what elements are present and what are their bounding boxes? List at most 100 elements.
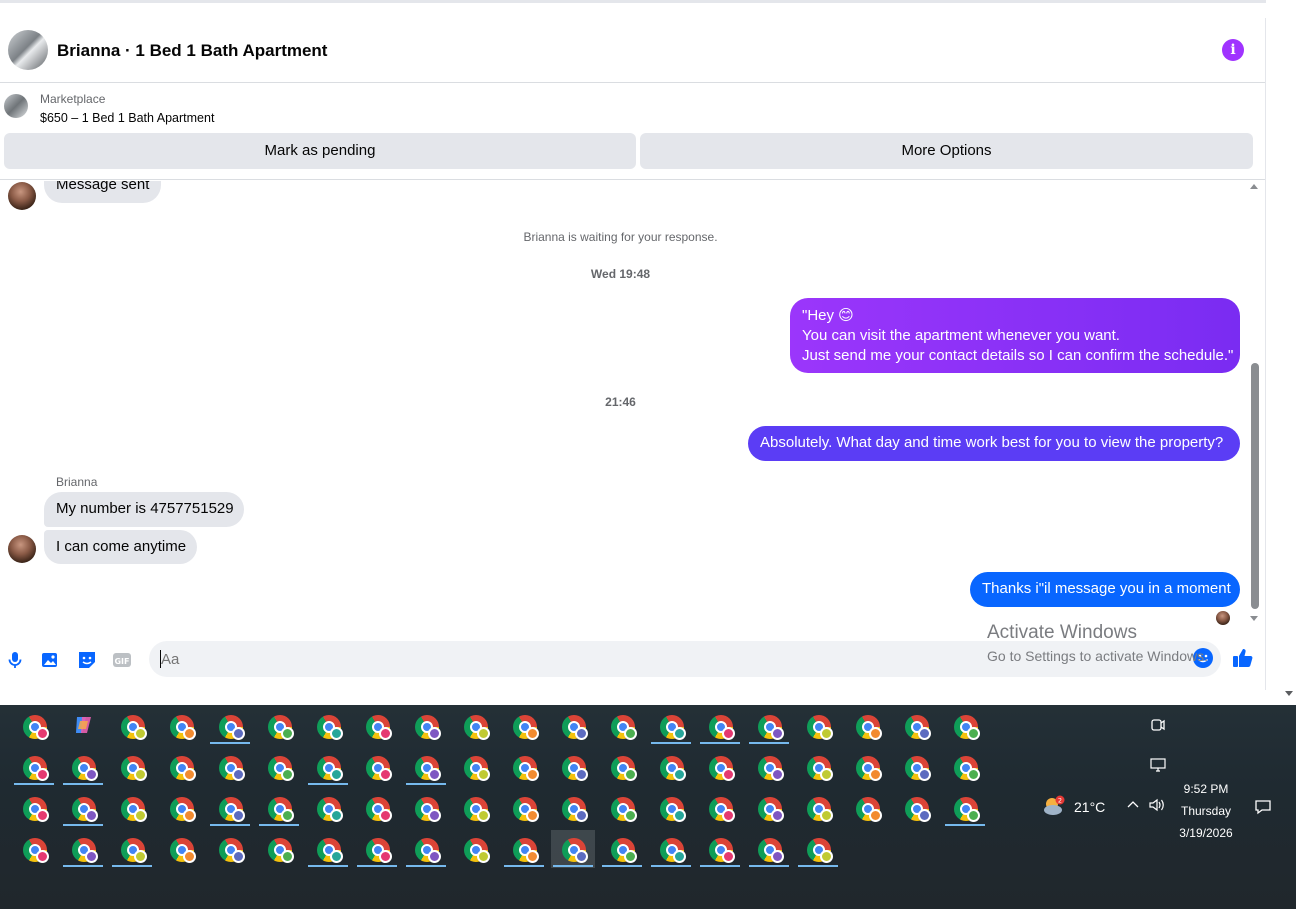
chrome-profile-icon[interactable] xyxy=(551,789,595,827)
outgoing-message[interactable]: "Hey 😊 You can visit the apartment whene… xyxy=(790,298,1240,373)
chrome-profile-icon[interactable] xyxy=(208,707,252,745)
chrome-profile-icon[interactable] xyxy=(110,789,154,827)
copilot-icon[interactable] xyxy=(72,713,96,737)
chrome-profile-icon[interactable] xyxy=(404,830,448,868)
chrome-profile-icon[interactable] xyxy=(551,707,595,745)
chrome-profile-icon[interactable] xyxy=(208,830,252,868)
chrome-profile-icon[interactable] xyxy=(404,748,448,786)
page-scroll-down-arrow[interactable] xyxy=(1285,691,1293,696)
incoming-message[interactable]: My number is 4757751529 xyxy=(44,492,244,527)
chevron-up-icon[interactable] xyxy=(1127,799,1139,811)
message-input[interactable] xyxy=(149,641,1221,677)
chrome-profile-icon[interactable] xyxy=(649,789,693,827)
chrome-profile-icon[interactable] xyxy=(12,789,56,827)
chrome-profile-icon[interactable] xyxy=(61,789,105,827)
chrome-profile-icon[interactable] xyxy=(453,830,497,868)
chrome-profile-icon[interactable] xyxy=(208,789,252,827)
scroll-thumb[interactable] xyxy=(1251,363,1259,609)
volume-icon[interactable] xyxy=(1148,797,1166,813)
chrome-profile-icon[interactable] xyxy=(600,789,644,827)
chrome-profile-icon[interactable] xyxy=(698,789,742,827)
scroll-up-arrow[interactable] xyxy=(1250,184,1258,189)
chrome-profile-icon[interactable] xyxy=(306,748,350,786)
incoming-message[interactable]: I can come anytime xyxy=(44,530,197,564)
chrome-profile-icon[interactable] xyxy=(159,789,203,827)
chrome-profile-icon[interactable] xyxy=(845,789,889,827)
chrome-profile-icon[interactable] xyxy=(845,707,889,745)
chrome-profile-icon[interactable] xyxy=(943,707,987,745)
contact-avatar[interactable] xyxy=(8,182,36,210)
mark-as-pending-button[interactable]: Mark as pending xyxy=(4,133,636,169)
sticker-icon[interactable] xyxy=(77,650,97,670)
chrome-profile-icon[interactable] xyxy=(796,789,840,827)
chrome-profile-icon[interactable] xyxy=(159,707,203,745)
chrome-profile-icon[interactable] xyxy=(894,789,938,827)
chrome-profile-icon[interactable] xyxy=(159,748,203,786)
chrome-profile-icon[interactable] xyxy=(894,707,938,745)
chrome-profile-icon[interactable] xyxy=(12,830,56,868)
chrome-profile-icon[interactable] xyxy=(600,748,644,786)
chat-title[interactable]: Brianna · 1 Bed 1 Bath Apartment xyxy=(57,41,327,61)
microphone-icon[interactable] xyxy=(5,650,25,670)
contact-avatar[interactable] xyxy=(8,535,36,563)
chrome-profile-icon[interactable] xyxy=(257,748,301,786)
chrome-profile-icon[interactable] xyxy=(61,748,105,786)
chrome-profile-icon[interactable] xyxy=(61,830,105,868)
chrome-profile-icon[interactable] xyxy=(502,748,546,786)
chrome-profile-icon[interactable] xyxy=(12,748,56,786)
chrome-profile-icon[interactable] xyxy=(747,707,791,745)
chrome-profile-icon[interactable] xyxy=(600,707,644,745)
chrome-profile-icon[interactable] xyxy=(502,789,546,827)
chrome-profile-icon[interactable] xyxy=(502,707,546,745)
chrome-profile-icon[interactable] xyxy=(649,830,693,868)
chrome-profile-icon[interactable] xyxy=(747,830,791,868)
chrome-profile-icon[interactable] xyxy=(943,748,987,786)
chrome-profile-icon[interactable] xyxy=(845,748,889,786)
chrome-profile-icon[interactable] xyxy=(306,707,350,745)
gif-icon[interactable]: GIF xyxy=(112,650,132,670)
chrome-profile-icon[interactable] xyxy=(453,789,497,827)
notification-icon[interactable] xyxy=(1254,798,1272,816)
scroll-down-arrow[interactable] xyxy=(1250,616,1258,621)
chrome-profile-icon[interactable] xyxy=(502,830,546,868)
like-icon[interactable] xyxy=(1231,646,1255,670)
outgoing-message[interactable]: Thanks i"il message you in a moment xyxy=(970,572,1240,607)
network-icon[interactable] xyxy=(1150,757,1166,773)
chrome-profile-icon[interactable] xyxy=(355,830,399,868)
chrome-profile-icon[interactable] xyxy=(551,748,595,786)
chrome-profile-icon[interactable] xyxy=(649,748,693,786)
listing-avatar[interactable] xyxy=(8,30,48,70)
chrome-profile-icon[interactable] xyxy=(453,707,497,745)
chrome-profile-icon[interactable] xyxy=(110,748,154,786)
chrome-profile-icon[interactable] xyxy=(355,748,399,786)
chrome-profile-icon[interactable] xyxy=(257,830,301,868)
info-icon[interactable]: i xyxy=(1222,39,1244,61)
chrome-profile-icon[interactable] xyxy=(257,789,301,827)
chrome-profile-icon[interactable] xyxy=(649,707,693,745)
chrome-profile-icon[interactable] xyxy=(306,789,350,827)
chrome-profile-icon[interactable] xyxy=(110,830,154,868)
chrome-profile-icon[interactable] xyxy=(796,748,840,786)
chrome-profile-icon[interactable] xyxy=(600,830,644,868)
chrome-profile-icon[interactable] xyxy=(110,707,154,745)
message-list[interactable]: Message sent Brianna is waiting for your… xyxy=(0,181,1265,633)
listing-thumbnail[interactable] xyxy=(4,94,28,118)
weather-temperature[interactable]: 21°C xyxy=(1074,799,1105,815)
photo-icon[interactable] xyxy=(40,650,60,670)
outgoing-message[interactable]: Absolutely. What day and time work best … xyxy=(748,426,1240,461)
chrome-profile-icon[interactable] xyxy=(698,748,742,786)
message-scrollbar[interactable] xyxy=(1248,181,1262,626)
chrome-profile-icon[interactable] xyxy=(159,830,203,868)
chrome-profile-icon[interactable] xyxy=(894,748,938,786)
chrome-profile-icon[interactable] xyxy=(698,707,742,745)
listing-price-title[interactable]: $650 – 1 Bed 1 Bath Apartment xyxy=(40,111,214,125)
meet-now-icon[interactable] xyxy=(1150,717,1166,733)
more-options-button[interactable]: More Options xyxy=(640,133,1253,169)
clock[interactable]: 9:52 PM Thursday 3/19/2026 xyxy=(1176,778,1236,844)
chrome-profile-icon[interactable] xyxy=(355,789,399,827)
chrome-profile-icon[interactable] xyxy=(796,707,840,745)
chrome-profile-icon[interactable] xyxy=(257,707,301,745)
chrome-profile-icon[interactable] xyxy=(208,748,252,786)
chrome-profile-icon[interactable] xyxy=(306,830,350,868)
chrome-profile-icon[interactable] xyxy=(453,748,497,786)
